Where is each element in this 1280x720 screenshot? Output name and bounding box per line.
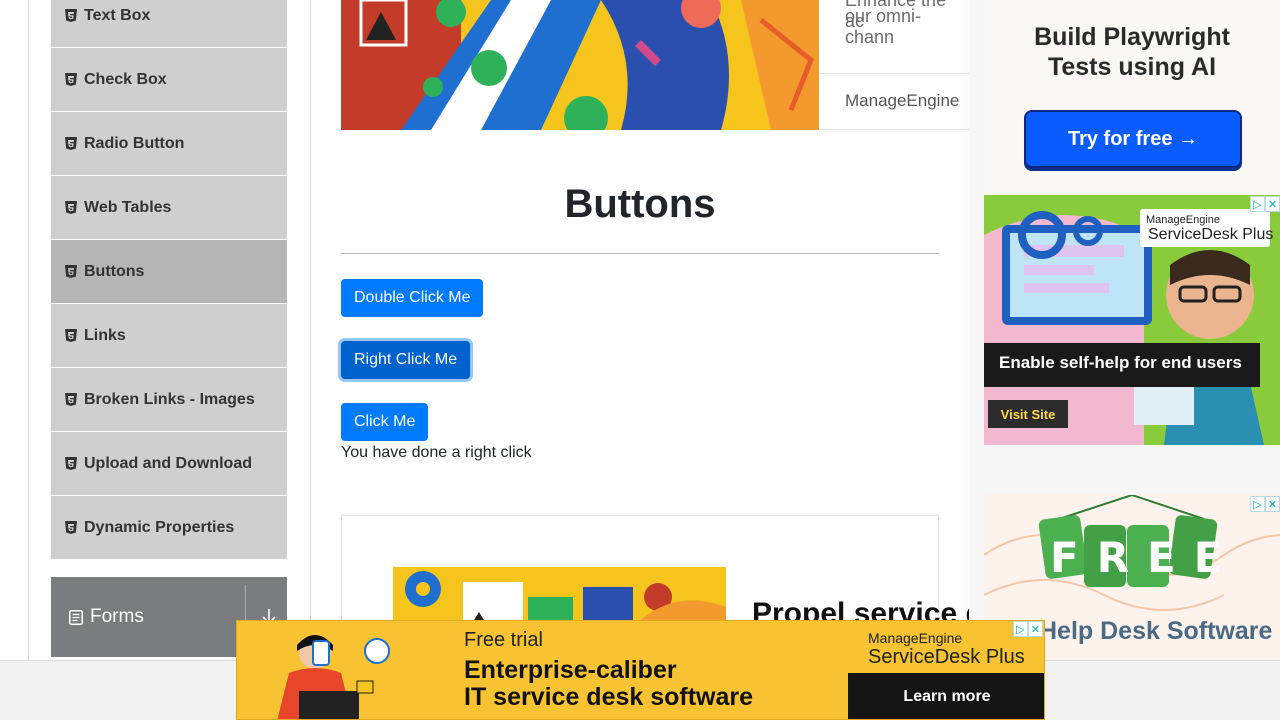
sidebar-item-label: Text Box [84, 6, 151, 24]
ad-eyebrow: Free trial [464, 629, 543, 651]
ad-title-line1: Build Playwright [1034, 23, 1230, 51]
sidebar-item-web-tables[interactable]: Web Tables [51, 176, 287, 240]
html5-icon [65, 457, 77, 470]
ad-tagline: Enable self-help for end users [999, 353, 1242, 372]
sidebar-item-dynamic-properties[interactable]: Dynamic Properties [51, 496, 287, 560]
right-click-button[interactable]: Right Click Me [341, 341, 471, 379]
ad-divider [819, 73, 969, 74]
ad-brand-large: ServiceDesk Plus [1148, 226, 1274, 243]
html5-icon [65, 73, 77, 86]
sidebar-item-buttons[interactable]: Buttons [51, 240, 287, 304]
visit-site-button[interactable]: Visit Site [988, 400, 1068, 428]
sidebar-group-label: Forms [90, 606, 144, 627]
sidebar-item-label: Broken Links - Images [84, 390, 255, 408]
html5-icon [65, 9, 77, 22]
ad-headline-line1: Enterprise-caliber [464, 656, 677, 684]
ad-choices[interactable]: ▷ ✕ [1250, 196, 1280, 212]
elements-menu: Text Box Check Box Radio Button Web Tabl… [51, 0, 287, 560]
sidebar-item-label: Buttons [84, 262, 145, 280]
title-divider [341, 253, 939, 254]
html5-icon [65, 201, 77, 214]
sidebar-item-label: Web Tables [84, 198, 172, 216]
servicedesk-ad[interactable]: ManageEngine ServiceDesk Plus Enable sel… [984, 195, 1280, 445]
adchoices-icon[interactable]: ▷ [1250, 496, 1265, 512]
ad-title-line2: Tests using AI [1047, 53, 1217, 81]
html5-icon [65, 137, 77, 150]
ad-brand-small: ManageEngine [868, 630, 963, 646]
ad-subtitle: Help Desk Software [1039, 617, 1273, 645]
ad-illustration [393, 567, 726, 627]
html5-icon [65, 393, 77, 406]
ad-brand: ManageEngine [845, 91, 960, 110]
learn-more-button[interactable]: Learn more [848, 673, 1044, 719]
try-for-free-button[interactable]: Try for free → [1024, 110, 1242, 168]
ad-illustration [277, 635, 390, 719]
close-icon[interactable]: ✕ [1028, 621, 1043, 637]
sidebar-item-text-box[interactable]: Text Box [51, 0, 287, 48]
right-click-message: You have done a right click [341, 444, 532, 461]
html5-icon [65, 265, 77, 278]
sidebar-item-label: Upload and Download [84, 454, 252, 472]
sidebar-item-upload-download[interactable]: Upload and Download [51, 432, 287, 496]
sidebar-item-label: Radio Button [84, 134, 185, 152]
sidebar-item-links[interactable]: Links [51, 304, 287, 368]
ad-badge: FREE [1050, 533, 1241, 582]
ad-headline-line2: IT service desk software [464, 683, 754, 711]
ad-brand-small: ManageEngine [1146, 214, 1221, 226]
sidebar-item-label: Dynamic Properties [84, 518, 235, 536]
ad-title: Build Playwright Tests using AI [984, 22, 1280, 82]
ad-choices[interactable]: ▷ ✕ [1013, 621, 1043, 637]
demoqa-page: Text Box Check Box Radio Button Web Tabl… [0, 0, 1280, 720]
click-me-button[interactable]: Click Me [341, 403, 429, 441]
sidebar-item-label: Check Box [84, 70, 167, 88]
adchoices-icon[interactable]: ▷ [1013, 621, 1028, 637]
double-click-button[interactable]: Double Click Me [341, 279, 484, 317]
ad-text-line2: our omni-chann [845, 6, 922, 47]
close-icon[interactable]: ✕ [1265, 196, 1280, 212]
close-icon[interactable]: ✕ [1265, 496, 1280, 512]
bottom-sticky-ad[interactable]: Free trial Enterprise-caliber IT service… [236, 620, 1045, 720]
ad-divider [819, 129, 969, 130]
adchoices-icon[interactable]: ▷ [1250, 196, 1265, 212]
sidebar-item-check-box[interactable]: Check Box [51, 48, 287, 112]
left-sidebar: Text Box Check Box Radio Button Web Tabl… [28, 0, 311, 660]
top-banner-ad[interactable]: Enhance the ac our omni-chann ManageEngi… [341, 0, 969, 130]
document-icon [69, 609, 83, 625]
ad-illustration [341, 0, 819, 130]
ad-choices[interactable]: ▷ ✕ [1250, 496, 1280, 512]
sidebar-item-broken-links[interactable]: Broken Links - Images [51, 368, 287, 432]
html5-icon [65, 521, 77, 534]
ad-brand-large: ServiceDesk Plus [868, 646, 1025, 668]
playwright-ad[interactable]: Build Playwright Tests using AI Try for … [984, 0, 1280, 195]
sidebar-item-label: Links [84, 326, 126, 344]
html5-icon [65, 329, 77, 342]
sidebar-item-radio-button[interactable]: Radio Button [51, 112, 287, 176]
page-title: Buttons [564, 182, 716, 226]
